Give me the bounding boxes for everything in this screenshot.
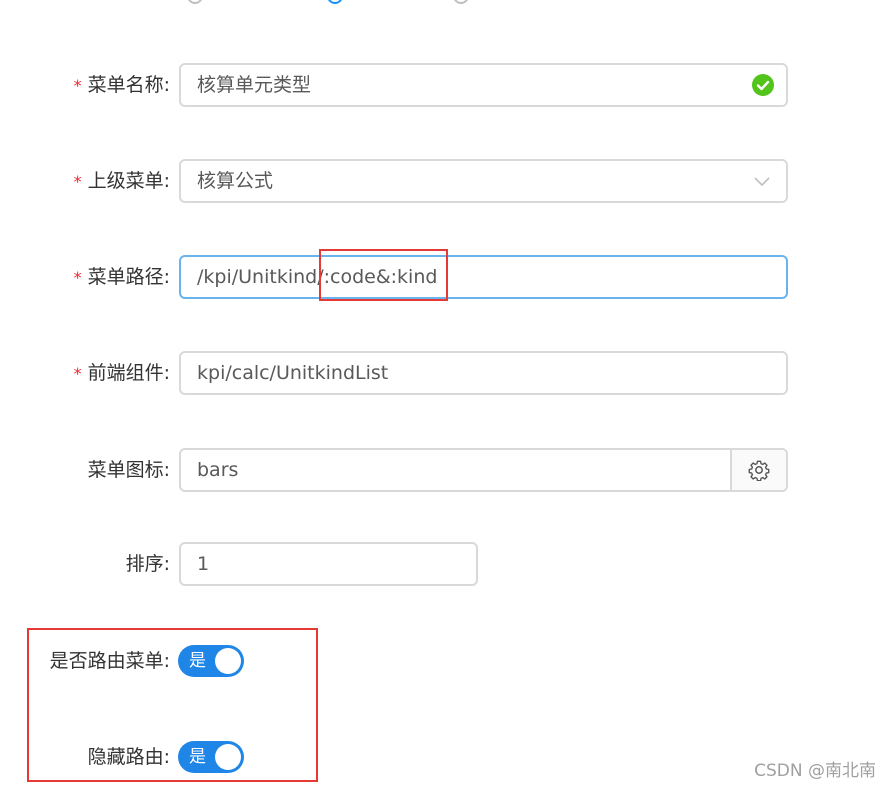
parent-menu-select[interactable]: 核算公式	[179, 159, 788, 203]
parent-menu-value: 核算公式	[197, 170, 274, 192]
menu-path-input[interactable]: /kpi/Unitkind/:code&:kind	[179, 255, 788, 299]
radio-icon[interactable]	[453, 0, 469, 4]
menu-name-label-text: 菜单名称:	[87, 74, 170, 96]
hidden-route-switch-text: 是	[189, 747, 206, 767]
required-mark: *	[73, 364, 82, 383]
watermark: CSDN @南北南	[754, 761, 876, 781]
form-row-menu-name: * 菜单名称: 核算单元类型	[0, 61, 890, 109]
switch-knob	[215, 744, 241, 770]
menu-path-label-text: 菜单路径:	[87, 266, 170, 288]
route-menu-switch-text: 是	[189, 651, 206, 671]
parent-menu-label: * 上级菜单:	[74, 157, 170, 205]
route-menu-switch[interactable]: 是	[178, 645, 244, 677]
form-row-menu-path: * 菜单路径: /kpi/Unitkind/:code&:kind	[0, 253, 890, 301]
sort-label: 排序:	[125, 553, 170, 575]
menu-icon-label: 菜单图标:	[87, 459, 170, 481]
menu-name-input[interactable]: 核算单元类型	[179, 63, 788, 107]
required-mark: *	[73, 76, 82, 95]
hidden-route-label: 隐藏路由:	[87, 746, 170, 768]
gear-icon	[748, 460, 770, 481]
menu-icon-input[interactable]: bars	[179, 448, 788, 492]
hidden-route-switch[interactable]: 是	[178, 741, 244, 773]
frontend-component-value: kpi/calc/UnitkindList	[197, 362, 389, 384]
frontend-component-label: * 前端组件:	[74, 349, 170, 397]
check-circle-icon	[752, 74, 774, 96]
icon-picker-button[interactable]	[730, 450, 786, 490]
form-row-frontend-component: * 前端组件: kpi/calc/UnitkindList	[0, 349, 890, 397]
frontend-component-label-text: 前端组件:	[87, 362, 170, 384]
top-cutoff-controls	[185, 0, 485, 4]
form-row-menu-icon: 菜单图标: bars	[0, 446, 890, 494]
menu-icon-value: bars	[197, 459, 239, 481]
radio-icon[interactable]	[327, 0, 343, 4]
frontend-component-input[interactable]: kpi/calc/UnitkindList	[179, 351, 788, 395]
switch-knob	[215, 648, 241, 674]
route-menu-label: 是否路由菜单:	[49, 650, 170, 672]
required-mark: *	[73, 268, 82, 287]
menu-name-value: 核算单元类型	[197, 74, 312, 96]
form-row-parent-menu: * 上级菜单: 核算公式	[0, 157, 890, 205]
sort-value: 1	[197, 553, 210, 575]
form-row-sort: 排序: 1	[0, 540, 890, 588]
parent-menu-label-text: 上级菜单:	[87, 170, 170, 192]
sort-input[interactable]: 1	[179, 542, 478, 586]
menu-edit-form: * 菜单名称: 核算单元类型 * 上级菜单: 核算公式 * 菜单路径: /kpi/Un…	[0, 0, 890, 789]
menu-name-label: * 菜单名称:	[74, 61, 170, 109]
required-mark: *	[73, 172, 82, 191]
chevron-down-icon[interactable]	[754, 173, 770, 189]
menu-path-label: * 菜单路径:	[74, 253, 170, 301]
radio-icon[interactable]	[187, 0, 203, 4]
form-row-route-menu: 是否路由菜单: 是	[0, 637, 890, 685]
menu-path-value: /kpi/Unitkind/:code&:kind	[197, 266, 438, 288]
